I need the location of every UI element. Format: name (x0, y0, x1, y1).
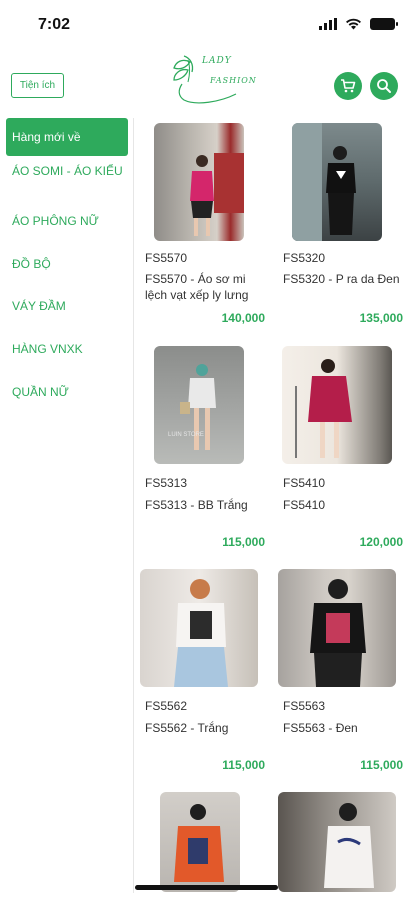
product-code: FS5410 (283, 476, 326, 490)
product-name: FS5320 - P ra da Đen (283, 272, 400, 286)
product-card[interactable] (278, 792, 408, 892)
model-photo (292, 123, 356, 241)
logo-text-lady: LADY (202, 56, 232, 66)
category-item-new-arrivals[interactable]: Hàng mới về (6, 118, 128, 156)
cart-icon (341, 79, 356, 93)
category-sidebar: Hàng mới về ÁO SOMI - ÁO KIỂU ÁO PHÔNG N… (0, 115, 133, 900)
cart-button[interactable] (334, 72, 362, 100)
product-image[interactable] (282, 346, 392, 464)
product-price: 120,000 (359, 535, 403, 549)
category-item-shirts[interactable]: ÁO SOMI - ÁO KIỂU (6, 165, 128, 178)
product-price: 140,000 (221, 311, 265, 325)
wifi-icon (346, 18, 361, 30)
sidebar-divider (133, 118, 134, 893)
product-price: 115,000 (360, 758, 403, 772)
product-code: FS5562 (145, 699, 188, 713)
product-image[interactable] (292, 123, 382, 241)
category-item-tshirts[interactable]: ÁO PHÔNG NỮ (6, 215, 128, 228)
model-photo (324, 803, 374, 888)
signal-icon (319, 18, 337, 30)
product-card[interactable]: FS5320 FS5320 - P ra da Đen 135,000 (278, 123, 408, 333)
product-image[interactable] (278, 569, 396, 687)
product-name: FS5313 - BB Trắng (145, 498, 248, 512)
model-photo (190, 153, 244, 236)
battery-icon (370, 18, 398, 30)
model-photo (310, 579, 366, 687)
product-image[interactable]: LUIN STORE (154, 346, 244, 464)
product-name: FS5562 - Trắng (145, 721, 229, 735)
product-name: FS5563 - Đen (283, 721, 358, 735)
product-card[interactable]: FS5570 FS5570 - Áo sơ mi lệch vạt xếp ly… (140, 123, 270, 333)
home-indicator[interactable] (135, 885, 278, 890)
logo-text-fashion: FASHION (210, 76, 257, 85)
product-code: FS5320 (283, 251, 326, 265)
utility-button[interactable]: Tiện ích (11, 73, 64, 98)
category-item-pants[interactable]: QUẦN NỮ (6, 386, 128, 399)
product-price: 115,000 (222, 758, 265, 772)
product-card[interactable]: FS5410 FS5410 120,000 (278, 346, 408, 556)
product-image[interactable] (160, 792, 240, 892)
product-image[interactable] (154, 123, 244, 241)
product-card[interactable] (140, 792, 270, 892)
status-bar: 7:02 (0, 0, 415, 50)
svg-text:LUIN STORE: LUIN STORE (168, 432, 204, 438)
status-time: 7:02 (38, 16, 71, 33)
model-photo (174, 579, 228, 687)
category-item-dresses[interactable]: VÁY ĐẦM (6, 300, 128, 313)
product-card[interactable]: FS5562 FS5562 - Trắng 115,000 (140, 569, 270, 779)
search-button[interactable] (370, 72, 398, 100)
model-photo: LUIN STORE (168, 364, 216, 450)
category-item-sets[interactable]: ĐỒ BỘ (6, 258, 128, 271)
category-item-export[interactable]: HÀNG VNXK (6, 343, 128, 356)
product-card[interactable]: LUIN STORE FS5313 FS5313 - BB Trắng 115,… (140, 346, 270, 556)
product-price: 135,000 (359, 311, 403, 325)
status-icons (319, 18, 398, 30)
product-name: FS5570 - Áo sơ mi lệch vạt xếp ly lưng (145, 272, 249, 302)
model-photo (295, 359, 352, 458)
product-card[interactable]: FS5563 FS5563 - Đen 115,000 (278, 569, 408, 779)
app-header: Tiện ích LADY FASHION (0, 50, 415, 115)
product-image[interactable] (278, 792, 396, 892)
product-name: FS5410 (283, 498, 326, 512)
brand-logo: LADY FASHION (168, 50, 258, 108)
product-code: FS5570 (145, 251, 188, 265)
product-code: FS5313 (145, 476, 188, 490)
model-photo (174, 804, 224, 882)
search-icon (377, 79, 391, 93)
product-price: 115,000 (222, 535, 265, 549)
product-code: FS5563 (283, 699, 326, 713)
product-image[interactable] (140, 569, 258, 687)
